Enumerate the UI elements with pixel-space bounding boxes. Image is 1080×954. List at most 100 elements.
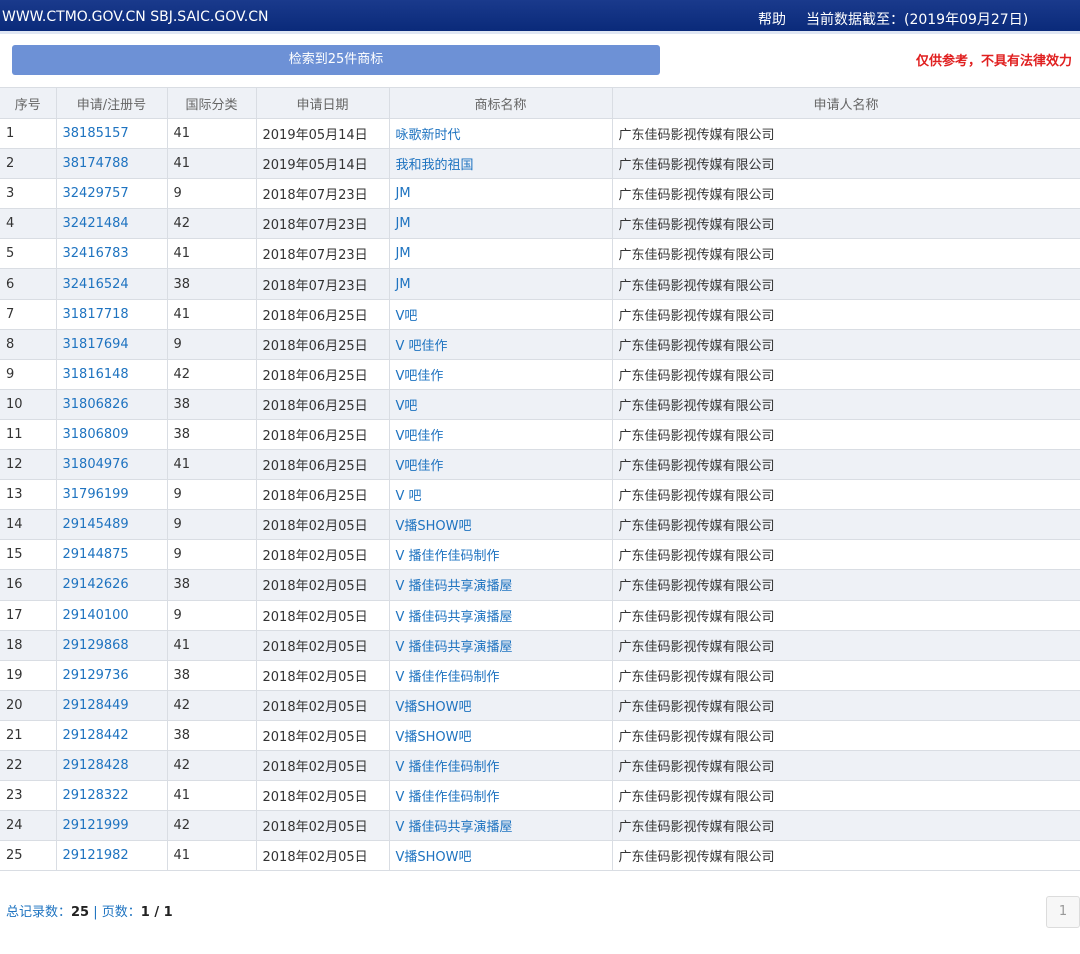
registration-number-link[interactable]: 38174788 [56, 148, 168, 180]
pagination-page-1-button[interactable]: 1 [1046, 896, 1080, 928]
result-count-bar: 检索到25件商标 [12, 45, 660, 75]
row-index: 9 [0, 359, 57, 390]
row-index: 3 [0, 178, 57, 210]
table-header-row: 序号 申请/注册号 国际分类 申请日期 商标名称 申请人名称 [0, 87, 1080, 119]
application-date: 2018年07月23日 [256, 268, 390, 300]
trademark-name-link[interactable]: V吧 [389, 299, 613, 330]
registration-number-link[interactable]: 32416524 [56, 268, 168, 300]
registration-number-link[interactable]: 29128322 [56, 780, 168, 812]
registration-number-link[interactable]: 38185157 [56, 118, 168, 150]
table-row[interactable]: 5 32416783 41 2018年07月23日 JM 广东佳码影视传媒有限公司 [0, 238, 1080, 270]
total-records-value: 25 [71, 905, 90, 920]
column-header-class[interactable]: 国际分类 [167, 87, 257, 119]
table-row[interactable]: 21 29128442 38 2018年02月05日 V播SHOW吧 广东佳码影视传媒有限… [0, 720, 1080, 751]
registration-number-link[interactable]: 32429757 [56, 178, 168, 210]
trademark-name-link[interactable]: V吧佳作 [389, 449, 613, 481]
table-row[interactable]: 19 29129736 38 2018年02月05日 V 播佳作佳码制作 广东佳码影视传媒… [0, 660, 1080, 691]
column-header-applicant[interactable]: 申请人名称 [612, 87, 1080, 119]
column-header-index[interactable]: 序号 [0, 87, 57, 119]
registration-number-link[interactable]: 29142626 [56, 569, 168, 601]
international-class: 41 [167, 449, 257, 481]
trademark-name-link[interactable]: V 播佳作佳码制作 [389, 780, 613, 812]
trademark-name-link[interactable]: 我和我的祖国 [389, 148, 613, 180]
table-row[interactable]: 1 38185157 41 2019年05月14日 咏歌新时代 广东佳码影视传媒有限公司 [0, 118, 1080, 150]
table-row[interactable]: 18 29129868 41 2018年02月05日 V 播佳码共享演播屋 广东佳码影视传… [0, 630, 1080, 661]
registration-number-link[interactable]: 29140100 [56, 600, 168, 631]
trademark-name-link[interactable]: JM [389, 178, 613, 210]
application-date: 2018年02月05日 [256, 780, 390, 812]
registration-number-link[interactable]: 29145489 [56, 509, 168, 541]
registration-number-link[interactable]: 32416783 [56, 238, 168, 270]
table-row[interactable]: 9 31816148 42 2018年06月25日 V吧佳作 广东佳码影视传媒有限公司 [0, 359, 1080, 390]
table-row[interactable]: 7 31817718 41 2018年06月25日 V吧 广东佳码影视传媒有限公司 [0, 299, 1080, 330]
column-header-trademark-name[interactable]: 商标名称 [389, 87, 613, 119]
trademark-name-link[interactable]: V 播佳作佳码制作 [389, 750, 613, 782]
table-row[interactable]: 2 38174788 41 2019年05月14日 我和我的祖国 广东佳码影视传媒有限公司 [0, 148, 1080, 180]
table-row[interactable]: 16 29142626 38 2018年02月05日 V 播佳码共享演播屋 广东佳码影视传… [0, 569, 1080, 601]
registration-number-link[interactable]: 29128442 [56, 720, 168, 751]
table-row[interactable]: 25 29121982 41 2018年02月05日 V播SHOW吧 广东佳码影视传媒有限… [0, 840, 1080, 872]
trademark-name-link[interactable]: V 播佳作佳码制作 [389, 660, 613, 691]
application-date: 2018年02月05日 [256, 750, 390, 782]
trademark-name-link[interactable]: V吧佳作 [389, 359, 613, 390]
registration-number-link[interactable]: 29121982 [56, 840, 168, 872]
registration-number-link[interactable]: 29128449 [56, 690, 168, 721]
table-row[interactable]: 17 29140100 9 2018年02月05日 V 播佳码共享演播屋 广东佳码影视传媒… [0, 600, 1080, 631]
registration-number-link[interactable]: 29121999 [56, 810, 168, 842]
trademark-name-link[interactable]: 咏歌新时代 [389, 118, 613, 150]
registration-number-link[interactable]: 29144875 [56, 539, 168, 571]
trademark-name-link[interactable]: V播SHOW吧 [389, 509, 613, 541]
trademark-name-link[interactable]: V 播佳码共享演播屋 [389, 600, 613, 631]
application-date: 2018年02月05日 [256, 840, 390, 872]
trademark-results-table: 序号 申请/注册号 国际分类 申请日期 商标名称 申请人名称 1 38185157… [0, 87, 1080, 872]
trademark-name-link[interactable]: V 播佳码共享演播屋 [389, 630, 613, 661]
table-row[interactable]: 24 29121999 42 2018年02月05日 V 播佳码共享演播屋 广东佳码影视传… [0, 810, 1080, 842]
table-row[interactable]: 20 29128449 42 2018年02月05日 V播SHOW吧 广东佳码影视传媒有限… [0, 690, 1080, 721]
registration-number-link[interactable]: 32421484 [56, 208, 168, 240]
trademark-name-link[interactable]: V 播佳作佳码制作 [389, 539, 613, 571]
table-row[interactable]: 4 32421484 42 2018年07月23日 JM 广东佳码影视传媒有限公司 [0, 208, 1080, 240]
trademark-name-link[interactable]: V吧佳作 [389, 419, 613, 451]
trademark-name-link[interactable]: V播SHOW吧 [389, 720, 613, 751]
registration-number-link[interactable]: 29129736 [56, 660, 168, 691]
table-row[interactable]: 10 31806826 38 2018年06月25日 V吧 广东佳码影视传媒有限公司 [0, 389, 1080, 420]
table-row[interactable]: 22 29128428 42 2018年02月05日 V 播佳作佳码制作 广东佳码影视传媒… [0, 750, 1080, 782]
row-index: 8 [0, 329, 57, 360]
trademark-name-link[interactable]: V吧 [389, 389, 613, 420]
table-row[interactable]: 6 32416524 38 2018年07月23日 JM 广东佳码影视传媒有限公司 [0, 268, 1080, 300]
registration-number-link[interactable]: 31804976 [56, 449, 168, 481]
row-index: 18 [0, 630, 57, 661]
trademark-name-link[interactable]: V播SHOW吧 [389, 840, 613, 872]
trademark-name-link[interactable]: V 播佳码共享演播屋 [389, 569, 613, 601]
trademark-name-link[interactable]: V 吧佳作 [389, 329, 613, 360]
trademark-name-link[interactable]: V 吧 [389, 479, 613, 511]
table-row[interactable]: 12 31804976 41 2018年06月25日 V吧佳作 广东佳码影视传媒有限公司 [0, 449, 1080, 481]
registration-number-link[interactable]: 31817718 [56, 299, 168, 330]
table-row[interactable]: 13 31796199 9 2018年06月25日 V 吧广东佳码影视传媒有限公司 [0, 479, 1080, 511]
registration-number-link[interactable]: 31796199 [56, 479, 168, 511]
trademark-name-link[interactable]: JM [389, 268, 613, 300]
registration-number-link[interactable]: 31806826 [56, 389, 168, 420]
international-class: 9 [167, 329, 257, 360]
column-header-reg-number[interactable]: 申请/注册号 [56, 87, 168, 119]
registration-number-link[interactable]: 29129868 [56, 630, 168, 661]
table-row[interactable]: 14 29145489 9 2018年02月05日 V播SHOW吧 广东佳码影视传媒有限公… [0, 509, 1080, 541]
table-row[interactable]: 11 31806809 38 2018年06月25日 V吧佳作 广东佳码影视传媒有限公司 [0, 419, 1080, 451]
row-index: 21 [0, 720, 57, 751]
help-link[interactable]: 帮助 [758, 9, 786, 29]
registration-number-link[interactable]: 29128428 [56, 750, 168, 782]
trademark-name-link[interactable]: V 播佳码共享演播屋 [389, 810, 613, 842]
trademark-name-link[interactable]: JM [389, 238, 613, 270]
registration-number-link[interactable]: 31806809 [56, 419, 168, 451]
table-row[interactable]: 8 31817694 9 2018年06月25日 V 吧佳作 广东佳码影视传媒有限公司 [0, 329, 1080, 360]
table-row[interactable]: 3 32429757 9 2018年07月23日 JM 广东佳码影视传媒有限公司 [0, 178, 1080, 210]
table-row[interactable]: 23 29128322 41 2018年02月05日 V 播佳作佳码制作 广东佳码影视传媒… [0, 780, 1080, 812]
trademark-name-link[interactable]: V播SHOW吧 [389, 690, 613, 721]
registration-number-link[interactable]: 31817694 [56, 329, 168, 360]
top-header-bar: WWW.CTMO.GOV.CN SBJ.SAIC.GOV.CN 帮助 当前数据截… [0, 0, 1080, 34]
column-header-date[interactable]: 申请日期 [256, 87, 390, 119]
applicant-name: 广东佳码影视传媒有限公司 [612, 359, 1080, 390]
table-row[interactable]: 15 29144875 9 2018年02月05日 V 播佳作佳码制作 广东佳码影视传媒有… [0, 539, 1080, 571]
registration-number-link[interactable]: 31816148 [56, 359, 168, 390]
trademark-name-link[interactable]: JM [389, 208, 613, 240]
